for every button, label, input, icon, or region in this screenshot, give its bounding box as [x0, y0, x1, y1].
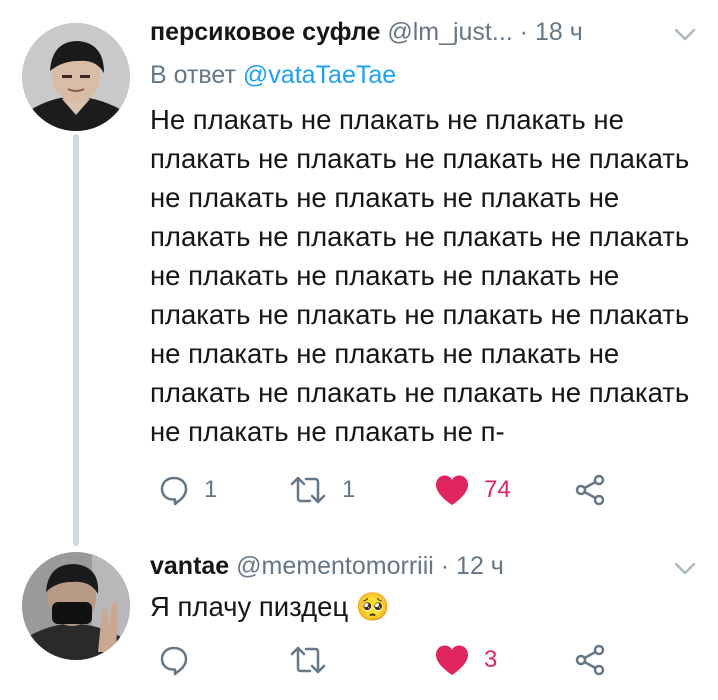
tweet-2[interactable]: vantae @mementomorriii · 12 ч Я плачу пи…	[0, 540, 718, 700]
separator-dot: ·	[440, 552, 450, 580]
like-button[interactable]: 3	[434, 640, 497, 680]
timestamp[interactable]: 18 ч	[535, 18, 583, 46]
share-button[interactable]	[574, 640, 606, 680]
user-handle[interactable]: @lm_just...	[387, 18, 512, 46]
separator-dot: ·	[519, 18, 528, 46]
retweet-button[interactable]: 1	[288, 470, 355, 510]
reply-count: 1	[204, 476, 218, 503]
like-button[interactable]: 74	[434, 470, 511, 510]
retweet-button[interactable]	[288, 640, 342, 680]
share-icon	[575, 474, 605, 506]
like-count: 3	[484, 646, 498, 673]
tweet-actions: 1 1 74	[150, 470, 630, 510]
tweet-header: vantae @mementomorriii · 12 ч	[150, 551, 504, 581]
heart-icon	[436, 645, 468, 675]
avatar-photo	[22, 23, 130, 131]
tweet-actions: 3	[150, 640, 630, 680]
timestamp[interactable]: 12 ч	[456, 552, 504, 580]
reply-icon	[160, 476, 188, 506]
like-count: 74	[484, 476, 511, 503]
display-name[interactable]: vantae	[150, 552, 229, 580]
reply-icon	[160, 646, 188, 676]
reply-prefix: В ответ	[150, 61, 236, 89]
chevron-down-icon[interactable]	[674, 28, 696, 42]
avatar[interactable]	[22, 552, 130, 660]
user-handle[interactable]: @mementomorriii	[236, 552, 434, 580]
reply-context: В ответ @vataTaeTae	[150, 61, 396, 90]
display-name[interactable]: персиковое суфле	[150, 18, 380, 46]
thread-line	[73, 134, 79, 546]
retweet-icon	[290, 646, 326, 674]
reply-button[interactable]: 1	[158, 470, 217, 510]
reply-button[interactable]	[158, 640, 204, 680]
heart-icon	[436, 475, 468, 505]
avatar[interactable]	[22, 23, 130, 131]
tweet-text: Я плачу пиздец 🥺	[150, 591, 391, 622]
share-button[interactable]	[574, 470, 606, 510]
retweet-icon	[290, 476, 326, 504]
share-icon	[575, 644, 605, 676]
chevron-down-icon[interactable]	[674, 562, 696, 576]
tweet-header: персиковое суфле @lm_just... · 18 ч	[150, 17, 583, 47]
retweet-count: 1	[342, 476, 356, 503]
tweet-text: Не плакать не плакать не плакать не плак…	[150, 104, 690, 447]
reply-mention[interactable]: @vataTaeTae	[243, 61, 396, 89]
tweet-1[interactable]: персиковое суфле @lm_just... · 18 ч В от…	[0, 0, 718, 546]
avatar-photo	[22, 552, 130, 660]
